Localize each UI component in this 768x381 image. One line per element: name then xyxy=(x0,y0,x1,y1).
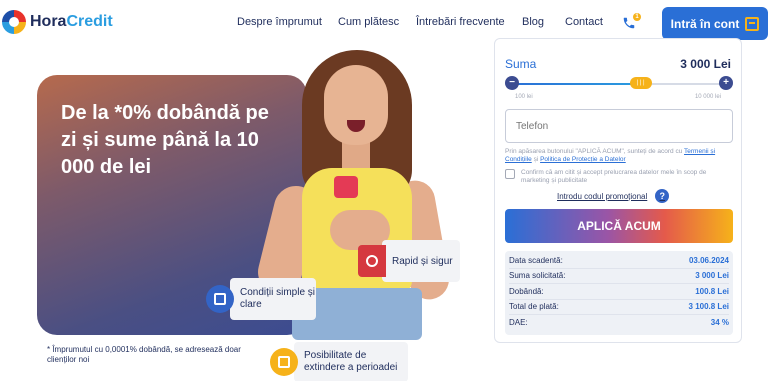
amount-slider[interactable]: − + | | | xyxy=(505,76,733,92)
marketing-consent: Confirm că am citit și accept prelucrare… xyxy=(505,169,735,185)
terms-text: Prin apăsarea butonului "APLICĂ ACUM", s… xyxy=(505,148,716,163)
slider-handle[interactable]: | | | xyxy=(629,77,652,89)
amount-value: 3 000 Lei xyxy=(680,57,731,71)
calendar-icon xyxy=(270,348,298,376)
hero-title: De la *0% dobândă pe zi și sume până la … xyxy=(61,102,269,178)
range-labels: 100 lei 10 000 lei xyxy=(515,94,721,100)
document-check-icon xyxy=(206,285,234,313)
nav-item-blog[interactable]: Blog xyxy=(522,16,544,28)
summary-row: Suma solicitată: 3 000 Lei xyxy=(509,269,729,284)
enter-icon xyxy=(745,16,760,31)
loan-form: Suma 3 000 Lei − + | | | 100 lei 10 000 … xyxy=(494,38,742,343)
feature-simple: Condiții simple și clare xyxy=(206,278,316,320)
feature-fast: Rapid și sigur xyxy=(358,240,460,282)
nav-item-despre[interactable]: Despre împrumut xyxy=(237,16,322,28)
consent-label: Confirm că am citit și accept prelucrare… xyxy=(521,169,707,184)
summary-row: Total de plată: 3 100.8 Lei xyxy=(509,300,729,315)
notification-badge: 1 xyxy=(633,13,641,21)
login-button[interactable]: Intră în cont xyxy=(662,7,768,40)
max-amount-label: 10 000 lei xyxy=(694,94,721,100)
page: HoraCredit Despre împrumut Cum plătesc Î… xyxy=(0,0,768,381)
consent-checkbox[interactable] xyxy=(505,169,515,179)
alarm-clock-icon xyxy=(358,245,386,277)
loan-summary: Data scadentă: 03.06.2024 Suma solicitată… xyxy=(505,251,733,335)
privacy-link[interactable]: Politica de Protecție a Datelor xyxy=(540,156,626,163)
summary-row: DAE: 34 % xyxy=(509,318,729,328)
min-amount-label: 100 lei xyxy=(515,94,533,100)
nav-item-cum-platesc[interactable]: Cum plătesc xyxy=(338,16,399,28)
apply-button[interactable]: APLICĂ ACUM xyxy=(505,209,733,243)
summary-row: Data scadentă: 03.06.2024 xyxy=(509,253,729,269)
smartphone-icon xyxy=(334,176,358,198)
phone-button[interactable]: 1 xyxy=(622,13,641,32)
decrease-button[interactable]: − xyxy=(505,76,519,90)
nav-item-intrebari[interactable]: Întrebări frecvente xyxy=(416,16,505,28)
nav-item-contact[interactable]: Contact xyxy=(565,16,603,28)
help-icon[interactable]: ? xyxy=(655,189,670,203)
amount-label: Suma xyxy=(505,57,537,71)
feature-extend: Posibilitate de extindere a perioadei xyxy=(270,342,408,381)
logo-text: HoraCredit xyxy=(30,13,113,30)
amount-row: Suma 3 000 Lei xyxy=(505,57,731,71)
promo-code-link[interactable]: Introdu codul promoțional ? xyxy=(557,189,670,203)
summary-row: Dobândă: 100.8 Lei xyxy=(509,284,729,300)
logo[interactable]: HoraCredit xyxy=(2,10,113,34)
login-button-label: Intră în cont xyxy=(670,16,740,31)
phone-input[interactable] xyxy=(505,109,733,143)
footnote: * Împrumutul cu 0,0001% dobândă, se adre… xyxy=(47,345,241,364)
logo-icon xyxy=(2,10,26,34)
increase-button[interactable]: + xyxy=(719,76,733,90)
